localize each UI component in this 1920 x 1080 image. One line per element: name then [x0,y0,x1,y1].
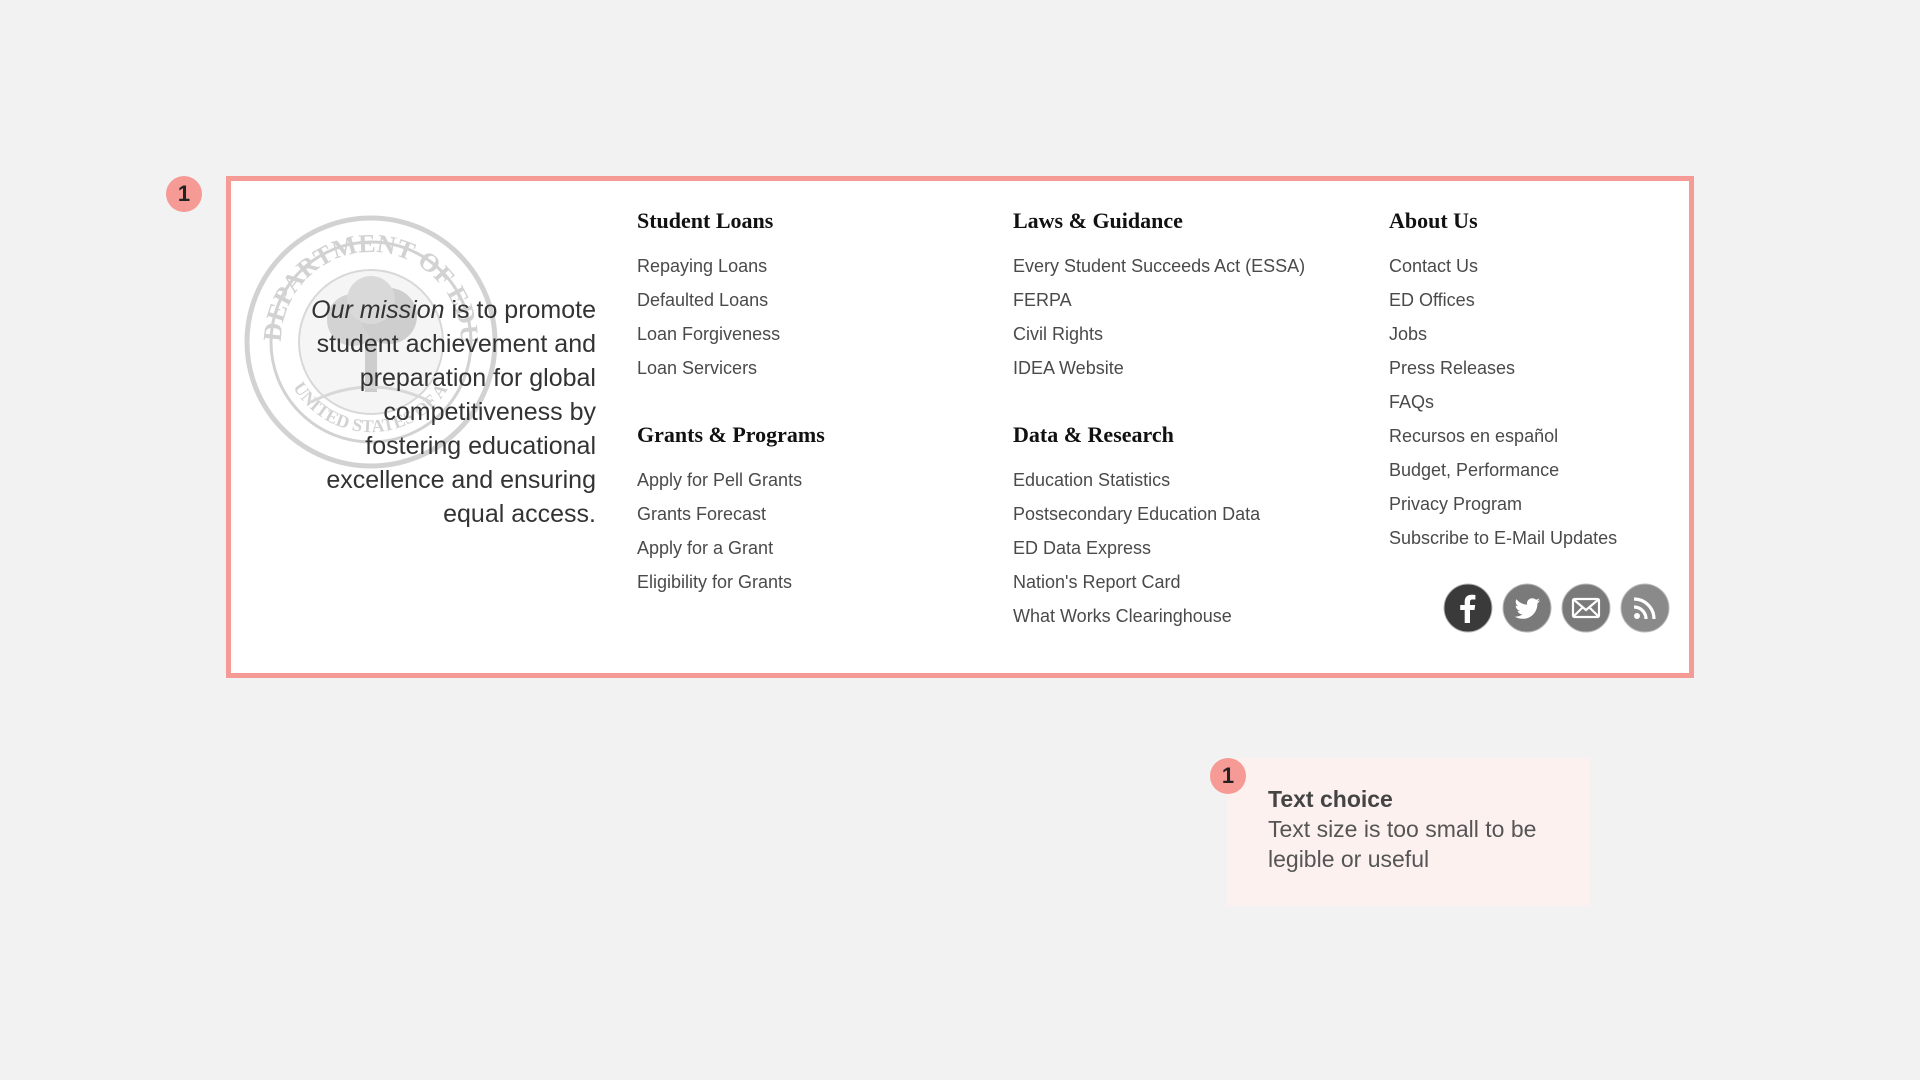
group-heading: Laws & Guidance [1013,208,1183,233]
facebook-icon [1443,583,1493,633]
note-title: Text choice [1268,786,1393,812]
twitter-button[interactable] [1502,583,1552,633]
footer-link[interactable]: Privacy Program [1389,487,1749,521]
email-button[interactable] [1561,583,1611,633]
group-heading: Student Loans [637,208,774,233]
group-student-loans: Student Loans Repaying Loans Defaulted L… [637,207,997,385]
group-grants-programs: Grants & Programs Apply for Pell Grants … [637,421,997,599]
social-links [1443,583,1670,633]
footer-link[interactable]: Eligibility for Grants [637,565,997,599]
footer-link[interactable]: Contact Us [1389,249,1749,283]
footer-link[interactable]: Press Releases [1389,351,1749,385]
footer-link[interactable]: Education Statistics [1013,463,1373,497]
footer-link[interactable]: Nation's Report Card [1013,565,1373,599]
group-heading: About Us [1389,208,1478,233]
facebook-button[interactable] [1443,583,1493,633]
footer-link[interactable]: Subscribe to E-Mail Updates [1389,521,1749,555]
footer-link[interactable]: IDEA Website [1013,351,1373,385]
footer-link[interactable]: Repaying Loans [637,249,997,283]
footer-link[interactable]: Grants Forecast [637,497,997,531]
footer-link[interactable]: Postsecondary Education Data [1013,497,1373,531]
note-body: Text size is too small to be legible or … [1268,816,1537,872]
group-heading: Grants & Programs [637,422,825,447]
mission-text: is to promote student achievement and pr… [316,296,596,528]
group-about-us: About Us Contact Us ED Offices Jobs Pres… [1389,207,1749,555]
footer-link[interactable]: Jobs [1389,317,1749,351]
footer-link[interactable]: Loan Forgiveness [637,317,997,351]
twitter-icon [1502,583,1552,633]
site-footer: DEPARTMENT OF EDUCATION UNITED STATES OF… [226,176,1694,678]
mission-lead: Our mission [311,296,445,324]
group-data-research: Data & Research Education Statistics Pos… [1013,421,1373,633]
email-icon [1561,583,1611,633]
footer-link[interactable]: Recursos en español [1389,419,1749,453]
footer-link[interactable]: Apply for a Grant [637,531,997,565]
rss-button[interactable] [1620,583,1670,633]
footer-link[interactable]: FAQs [1389,385,1749,419]
rss-icon [1620,583,1670,633]
group-heading: Data & Research [1013,422,1174,447]
footer-link[interactable]: What Works Clearinghouse [1013,599,1373,633]
footer-link[interactable]: FERPA [1013,283,1373,317]
group-laws-guidance: Laws & Guidance Every Student Succeeds A… [1013,207,1373,385]
annotation-marker: 1 [1210,758,1246,794]
footer-link[interactable]: Defaulted Loans [637,283,997,317]
footer-link[interactable]: Apply for Pell Grants [637,463,997,497]
footer-link[interactable]: Loan Servicers [637,351,997,385]
footer-link[interactable]: ED Data Express [1013,531,1373,565]
footer-link[interactable]: Civil Rights [1013,317,1373,351]
annotation-note: Text choice Text size is too small to be… [1227,758,1589,906]
footer-link[interactable]: ED Offices [1389,283,1749,317]
annotation-marker: 1 [166,176,202,212]
mission-statement: Our mission is to promote student achiev… [311,293,596,531]
footer-link[interactable]: Budget, Performance [1389,453,1749,487]
footer-link[interactable]: Every Student Succeeds Act (ESSA) [1013,249,1373,283]
